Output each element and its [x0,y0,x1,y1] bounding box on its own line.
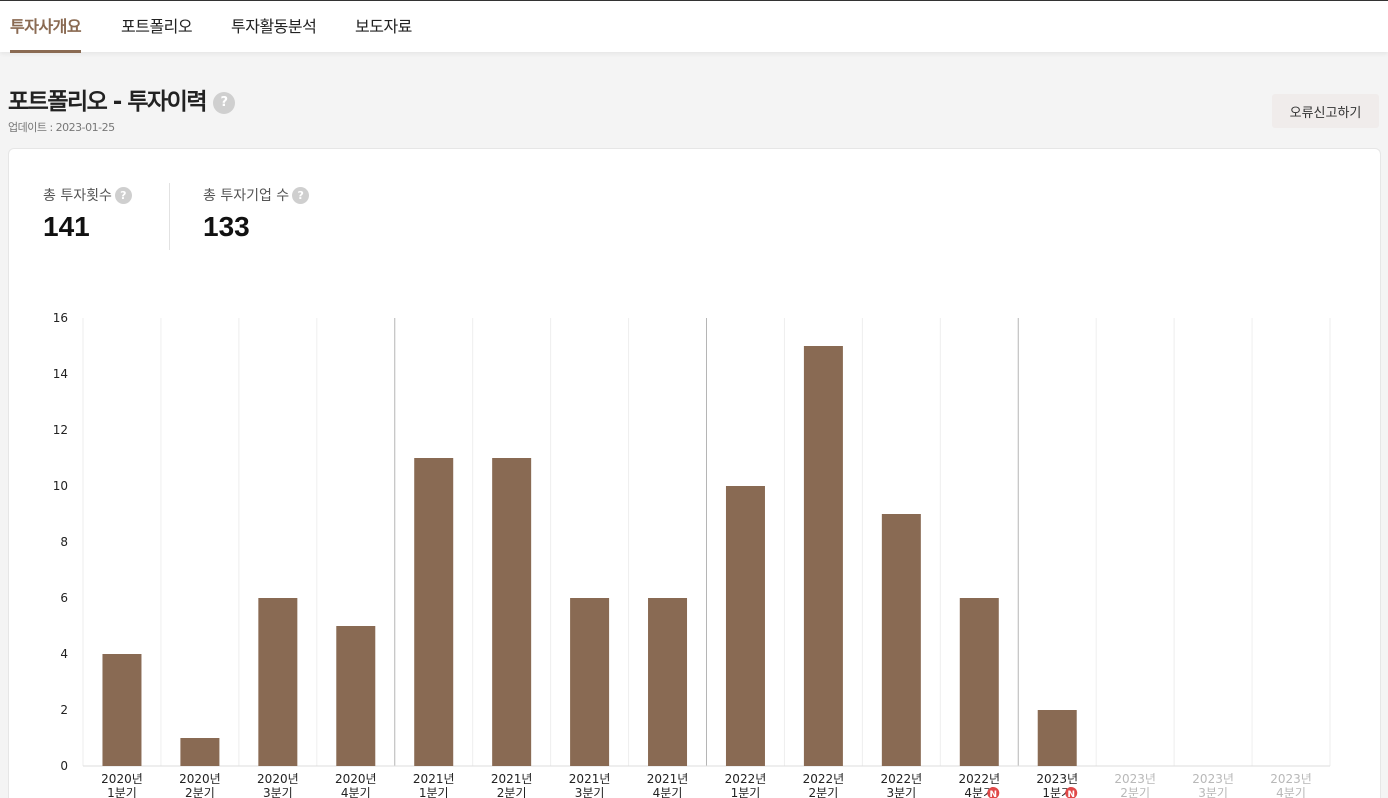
tab-portfolio[interactable]: 포트폴리오 [121,13,193,53]
update-date: 업데이트 : 2023-01-25 [8,121,115,134]
page-title: 포트폴리오 - 투자이력 [8,89,208,115]
tab-press-releases[interactable]: 보도자료 [355,13,412,53]
stat-label: 총 투자기업 수 [203,188,290,204]
stat-divider [169,183,170,250]
page-title-block: 포트폴리오 - 투자이력 ? [8,82,235,116]
stat-value: 133 [203,211,250,242]
stat-label: 총 투자횟수 [43,188,112,204]
help-icon[interactable]: ? [114,186,132,204]
top-navigation: 투자사개요 포트폴리오 투자활동분석 보도자료 [0,0,1388,53]
stat-value: 141 [43,211,90,242]
tab-investment-analysis[interactable]: 투자활동분석 [231,13,317,53]
report-error-button[interactable]: 오류신고하기 [1272,94,1379,128]
help-icon[interactable]: ? [212,91,235,114]
stat-total-investments: 총 투자횟수 ? 141 [43,185,132,243]
stat-total-companies: 총 투자기업 수 ? 133 [203,185,310,243]
help-icon[interactable]: ? [292,186,310,204]
investment-history-card: 총 투자횟수 ? 141 총 투자기업 수 ? 133 [8,148,1381,798]
tab-overview[interactable]: 투자사개요 [10,13,82,53]
